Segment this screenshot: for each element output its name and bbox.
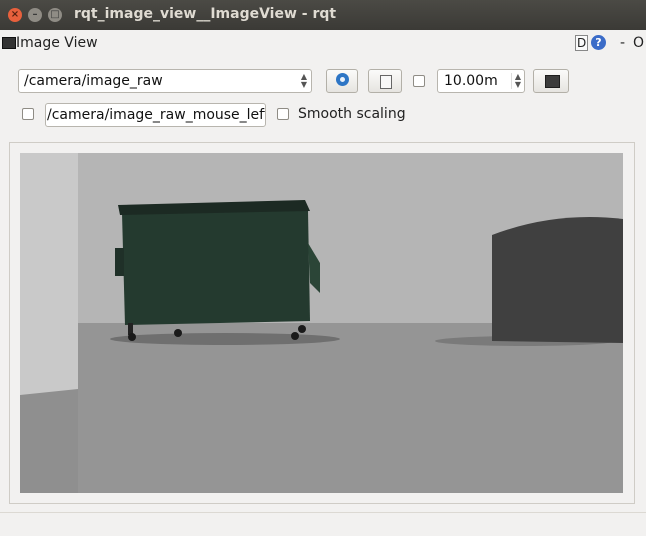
refresh-topics-button[interactable] (326, 69, 358, 93)
fit-screen-button[interactable] (533, 69, 569, 93)
dumpster-wheel (128, 333, 136, 341)
floor (20, 323, 623, 493)
dock-minimize-button[interactable]: - (620, 35, 625, 51)
window-title: rqt_image_view__ImageView - rqt (74, 6, 337, 22)
dynamic-range-checkbox[interactable] (413, 75, 425, 87)
refresh-icon (336, 73, 349, 86)
dock-title-bar: Image View D ? - O (0, 30, 646, 58)
status-bar (0, 512, 646, 536)
smooth-scaling-checkbox[interactable] (277, 108, 289, 120)
dock-close-button[interactable]: O (633, 35, 644, 51)
save-icon (380, 75, 392, 89)
close-window-icon[interactable]: × (8, 8, 22, 22)
spin-arrows-icon[interactable]: ▲ ▼ (510, 73, 521, 89)
minimize-window-icon[interactable]: – (28, 8, 42, 22)
screen-icon (545, 75, 560, 88)
topic-select-value: /camera/image_raw (24, 73, 163, 89)
publish-mouse-checkbox[interactable] (22, 108, 34, 120)
dock-title: Image View (16, 35, 98, 51)
save-image-button[interactable] (368, 69, 402, 93)
chevron-updown-icon: ▲ ▼ (300, 72, 307, 89)
timeout-spinbox[interactable]: 10.00m ▲ ▼ (437, 69, 525, 93)
timeout-value: 10.00m (444, 73, 498, 89)
cylinder-object (492, 217, 623, 343)
left-floor-shadow (20, 389, 78, 493)
help-icon[interactable]: ? (591, 35, 606, 50)
dumpster-handle-left (115, 248, 124, 276)
camera-image[interactable] (20, 153, 623, 493)
image-view-icon (2, 37, 16, 49)
dumpster-wheel (298, 325, 306, 333)
mouse-topic-input[interactable]: /camera/image_raw_mouse_left (45, 103, 266, 127)
window-titlebar: × – □ rqt_image_view__ImageView - rqt (0, 0, 646, 30)
topic-select[interactable]: /camera/image_raw ▲ ▼ (18, 69, 312, 93)
maximize-window-icon[interactable]: □ (48, 8, 62, 22)
dumpster-shadow (110, 333, 340, 345)
dock-d-button[interactable]: D (575, 35, 589, 51)
smooth-scaling-label: Smooth scaling (298, 106, 406, 122)
dumpster-wheel (174, 329, 182, 337)
dumpster (122, 203, 310, 325)
dumpster-wheel (291, 332, 299, 340)
left-wall (20, 153, 78, 395)
